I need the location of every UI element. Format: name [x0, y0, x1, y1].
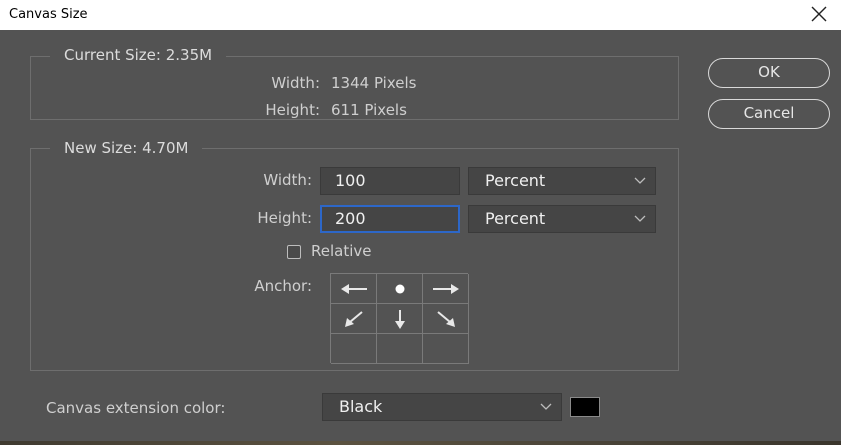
chevron-down-icon: [634, 215, 646, 222]
extension-color-value: Black: [339, 397, 383, 416]
width-input[interactable]: 100: [320, 167, 460, 195]
anchor-cell-middle-right[interactable]: [423, 304, 469, 334]
anchor-cell-bottom-center[interactable]: [377, 334, 423, 364]
ok-button[interactable]: OK: [708, 58, 830, 88]
anchor-label: Anchor:: [254, 277, 312, 295]
new-height-label: Height:: [257, 209, 312, 227]
arrow-down-right-icon: [436, 310, 455, 327]
anchor-cell-top-right[interactable]: [423, 274, 469, 304]
arrow-right-icon: [432, 283, 459, 294]
anchor-cell-middle-center[interactable]: [377, 304, 423, 334]
arrow-left-icon: [340, 283, 367, 294]
height-unit-select[interactable]: Percent: [468, 205, 656, 233]
extension-color-swatch[interactable]: [570, 397, 600, 417]
chevron-down-icon: [540, 403, 552, 410]
current-width-value: 1344 Pixels: [331, 74, 417, 92]
current-height-label: Height:: [265, 101, 320, 119]
current-size-legend: Current Size: 2.35M: [50, 46, 227, 64]
dialog-title: Canvas Size: [9, 7, 88, 22]
anchor-grid: [330, 273, 469, 364]
new-width-label: Width:: [263, 171, 312, 189]
cancel-button[interactable]: Cancel: [708, 99, 830, 129]
anchor-cell-bottom-left[interactable]: [331, 334, 377, 364]
new-size-legend: New Size: 4.70M: [50, 139, 203, 157]
height-input[interactable]: 200: [320, 205, 460, 233]
anchor-cell-top-center[interactable]: [377, 274, 423, 304]
extension-color-select[interactable]: Black: [322, 393, 562, 421]
anchor-dot-icon: [395, 284, 404, 293]
width-unit-value: Percent: [485, 171, 546, 190]
close-icon[interactable]: [807, 1, 831, 27]
arrow-down-left-icon: [344, 310, 363, 327]
current-width-label: Width:: [271, 74, 320, 92]
arrow-down-icon: [394, 309, 405, 329]
height-unit-value: Percent: [485, 209, 546, 228]
relative-checkbox[interactable]: [287, 245, 301, 259]
anchor-cell-bottom-right[interactable]: [423, 334, 469, 364]
anchor-cell-top-left[interactable]: [331, 274, 377, 304]
anchor-cell-middle-left[interactable]: [331, 304, 377, 334]
current-height-value: 611 Pixels: [331, 101, 407, 119]
title-bar: Canvas Size: [0, 0, 841, 30]
background-strip: [0, 441, 841, 445]
extension-color-label: Canvas extension color:: [46, 399, 226, 417]
chevron-down-icon: [634, 177, 646, 184]
width-unit-select[interactable]: Percent: [468, 167, 656, 195]
relative-label[interactable]: Relative: [311, 242, 372, 260]
